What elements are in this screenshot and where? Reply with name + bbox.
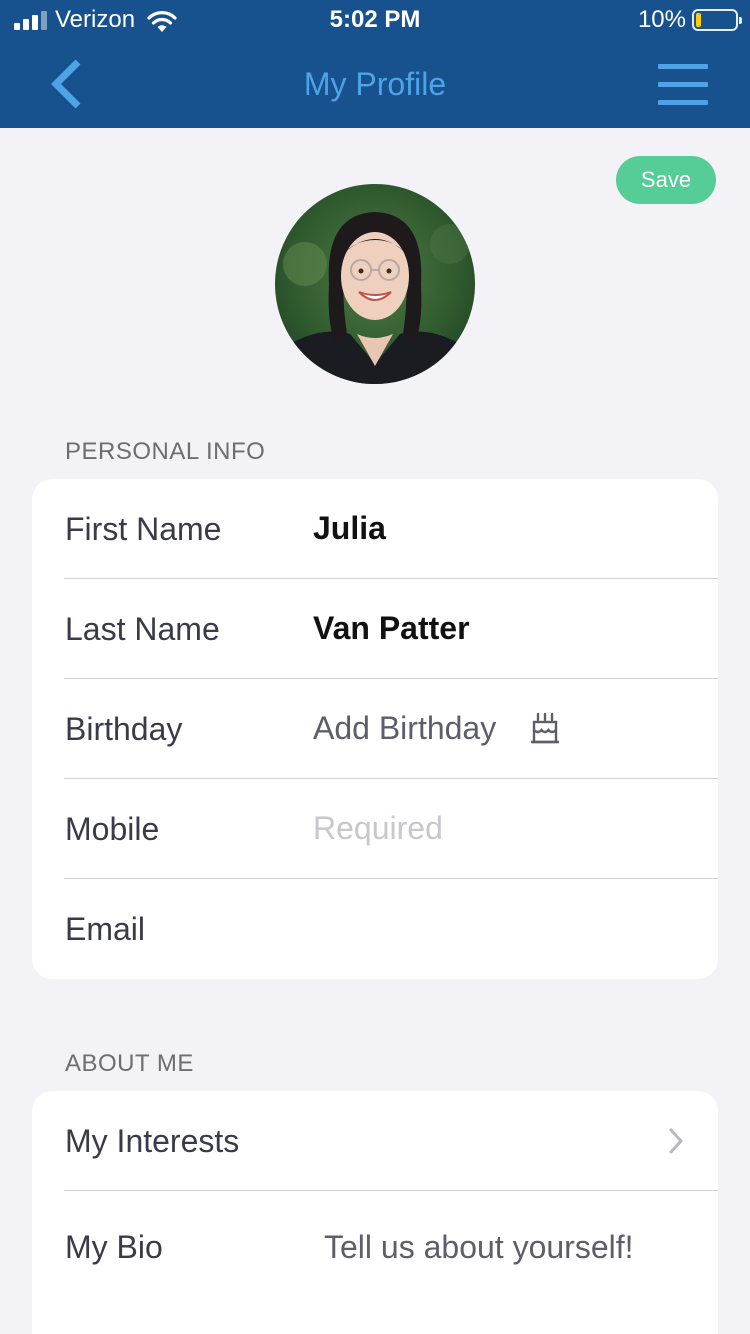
first-name-row[interactable]: First Name Julia: [32, 479, 718, 579]
last-name-row[interactable]: Last Name Van Patter: [32, 579, 718, 679]
add-birthday-field[interactable]: Add Birthday: [313, 710, 496, 747]
save-button[interactable]: Save: [616, 156, 716, 204]
personal-info-card: First Name Julia Last Name Van Patter Bi…: [32, 479, 718, 979]
mobile-label: Mobile: [65, 811, 160, 847]
profile-screen: Verizon 5:02 PM 10% My Profile Save PERS…: [0, 0, 750, 1334]
app-header: Verizon 5:02 PM 10% My Profile: [0, 0, 750, 128]
status-bar: Verizon 5:02 PM 10%: [0, 0, 750, 40]
page-title: My Profile: [303, 66, 447, 102]
last-name-label: Last Name: [65, 611, 220, 647]
about-me-section-label: ABOUT ME: [65, 1050, 194, 1077]
birthday-label: Birthday: [65, 711, 183, 747]
chevron-right-icon: [669, 1128, 683, 1154]
last-name-field[interactable]: Van Patter: [313, 610, 470, 647]
email-row[interactable]: Email: [32, 879, 718, 979]
battery-icon: [692, 9, 742, 31]
my-bio-label: My Bio: [65, 1229, 163, 1265]
email-label: Email: [65, 911, 146, 947]
mobile-row[interactable]: Mobile Required: [32, 779, 718, 879]
first-name-label: First Name: [65, 511, 222, 547]
bio-input[interactable]: Tell us about yourself!: [324, 1229, 634, 1266]
birthday-row[interactable]: Birthday Add Birthday: [32, 679, 718, 779]
my-interests-label: My Interests: [65, 1123, 240, 1159]
hamburger-menu-icon[interactable]: [656, 64, 710, 108]
birthday-cake-icon[interactable]: [530, 712, 560, 744]
my-interests-row[interactable]: My Interests: [32, 1091, 718, 1191]
battery-percent: 10%: [637, 6, 686, 33]
mobile-input[interactable]: Required: [313, 810, 443, 847]
profile-avatar[interactable]: [275, 184, 475, 384]
first-name-field[interactable]: Julia: [313, 510, 386, 547]
personal-info-section-label: PERSONAL INFO: [65, 438, 266, 465]
about-me-card: My Interests My Bio Tell us about yourse…: [32, 1091, 718, 1334]
my-bio-row[interactable]: My Bio Tell us about yourself!: [32, 1191, 718, 1334]
